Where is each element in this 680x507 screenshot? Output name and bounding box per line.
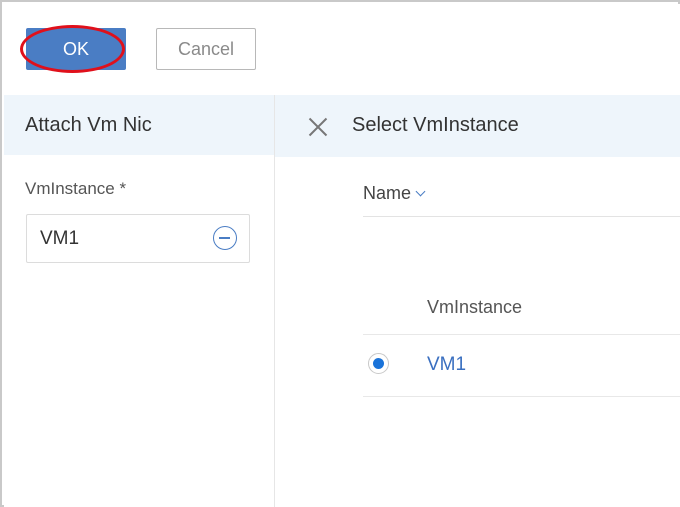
select-panel-header: Select VmInstance: [275, 95, 680, 157]
vminstance-field-label: VmInstance *: [25, 179, 127, 198]
attach-vm-nic-panel: Attach Vm Nic VmInstance * VM1: [4, 95, 275, 507]
divider: [363, 216, 680, 217]
column-header-vminstance: VmInstance: [427, 297, 523, 317]
vminstance-field[interactable]: VM1: [26, 214, 250, 263]
select-panel-title: Select VmInstance: [352, 114, 519, 136]
ok-button[interactable]: OK: [26, 28, 126, 70]
table-row-vm1[interactable]: VM1: [427, 354, 466, 376]
toolbar: OK Cancel: [4, 4, 680, 95]
vminstance-field-value: VM1: [40, 227, 80, 249]
close-icon[interactable]: [308, 117, 328, 137]
chevron-down-icon: [415, 186, 426, 197]
sort-label: Name: [363, 183, 412, 203]
sort-by-name-dropdown[interactable]: Name: [363, 183, 426, 204]
minus-circle-icon[interactable]: [213, 226, 237, 250]
window-frame: OK Cancel Attach Vm Nic VmInstance * VM1…: [0, 0, 680, 507]
panel-title: Attach Vm Nic: [4, 95, 274, 155]
select-vminstance-panel: Select VmInstance Name VmInstance VM1: [275, 95, 680, 507]
row-radio-selected[interactable]: [368, 353, 389, 374]
cancel-button[interactable]: Cancel: [156, 28, 256, 70]
divider: [363, 396, 680, 397]
divider: [363, 334, 680, 335]
